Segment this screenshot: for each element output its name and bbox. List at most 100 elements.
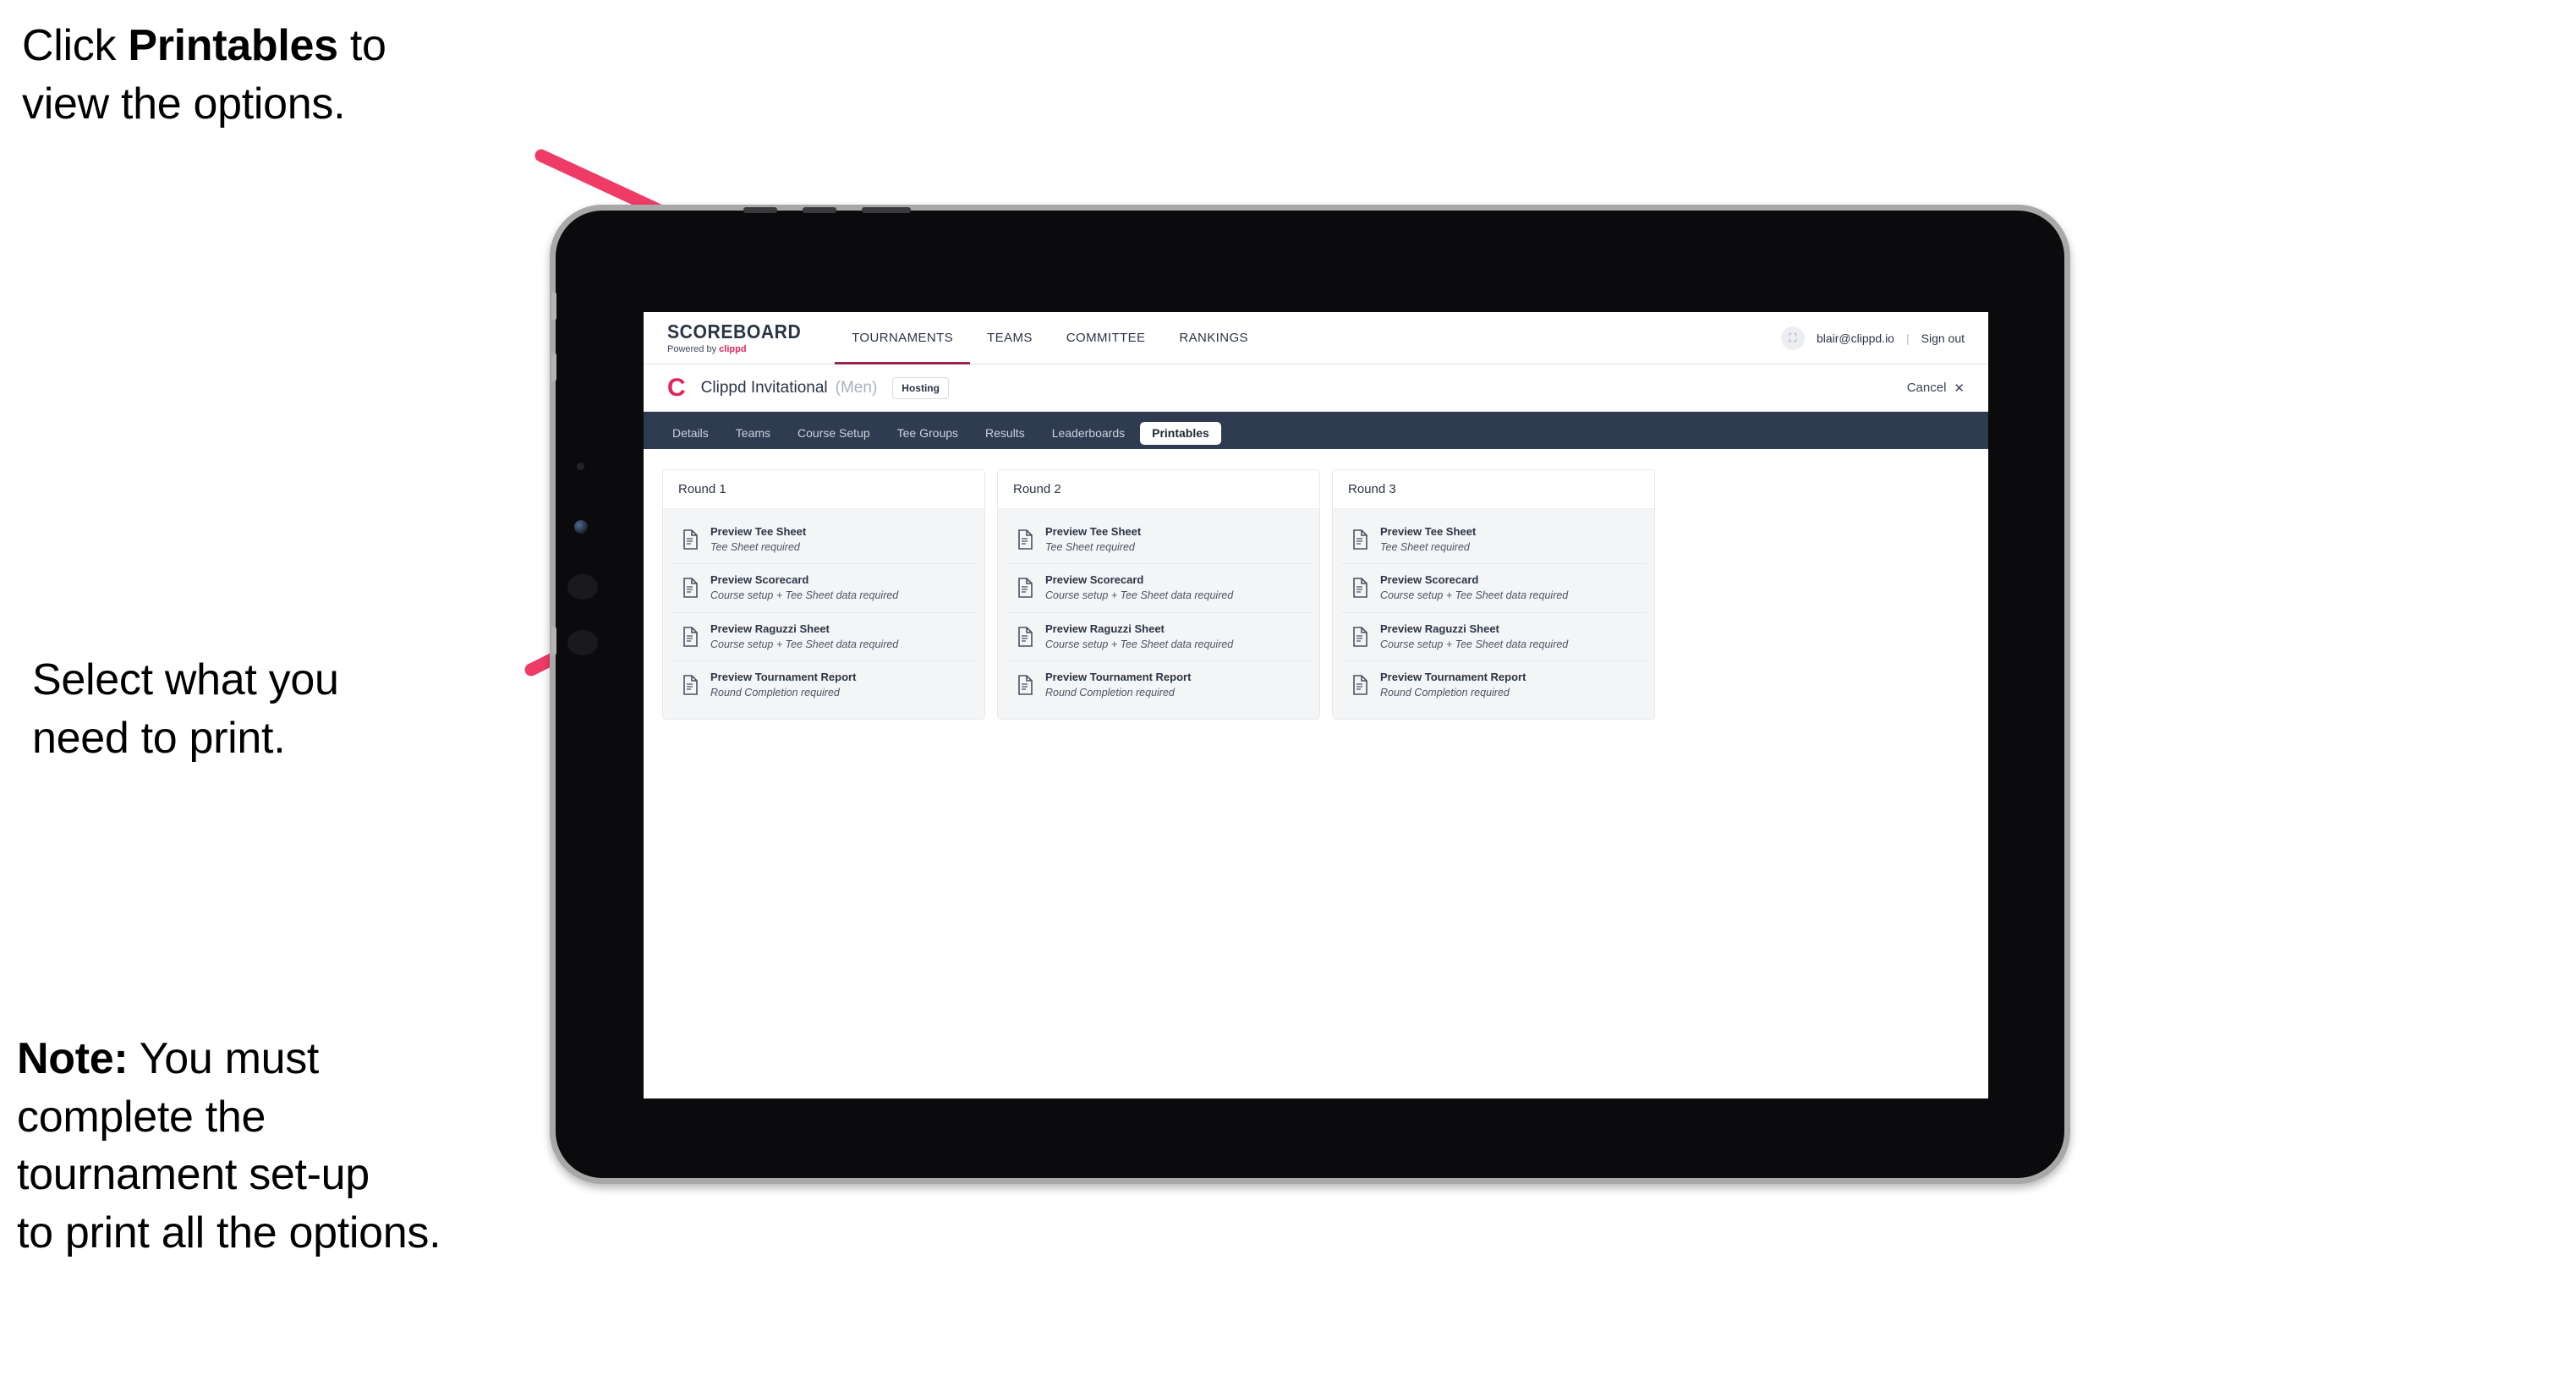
list-item-text: Preview Tee Sheet Tee Sheet required <box>1380 525 1476 553</box>
list-item[interactable]: Preview Raguzzi Sheet Course setup + Tee… <box>1341 613 1646 661</box>
list-item[interactable]: Preview Scorecard Course setup + Tee She… <box>1006 564 1311 613</box>
tab-label: Tee Groups <box>896 425 959 440</box>
document-icon <box>683 529 698 550</box>
avatar[interactable]: ⛶ <box>1780 326 1805 350</box>
scoreboard-logo[interactable]: SCOREBOARD Powered by clippd <box>644 312 835 364</box>
brand-powered-by: Powered by clippd <box>667 343 813 354</box>
list-item[interactable]: Preview Tournament Report Round Completi… <box>1341 661 1646 709</box>
annotation-click-printables: Click Printables to view the options. <box>22 17 580 133</box>
nav-link-label: TEAMS <box>987 331 1033 345</box>
bezel-speaker-slit <box>803 207 836 213</box>
list-item[interactable]: Preview Tee Sheet Tee Sheet required <box>1006 516 1311 565</box>
account-email: blair@clippd.io <box>1816 331 1894 345</box>
list-item-title: Preview Scorecard <box>710 573 809 587</box>
nav-link-rankings[interactable]: RANKINGS <box>1162 312 1265 364</box>
account-area: ⛶ blair@clippd.io | Sign out <box>1780 312 1988 364</box>
list-item-text: Preview Tournament Report Round Completi… <box>710 671 856 698</box>
tab-label: Results <box>985 425 1025 440</box>
sign-out-button[interactable]: Sign out <box>1921 331 1965 345</box>
list-item[interactable]: Preview Raguzzi Sheet Course setup + Tee… <box>671 613 976 661</box>
document-icon <box>683 578 698 599</box>
tournament-gender: (Men) <box>835 378 878 397</box>
tab-details[interactable]: Details <box>660 422 721 445</box>
list-item-title: Preview Tournament Report <box>1045 670 1192 683</box>
list-item[interactable]: Preview Tee Sheet Tee Sheet required <box>671 516 976 565</box>
list-item-requirement: Course setup + Tee Sheet data required <box>710 638 899 650</box>
primary-nav-links: TOURNAMENTS TEAMS COMMITTEE RANKINGS <box>835 312 1265 364</box>
list-item[interactable]: Preview Tournament Report Round Completi… <box>1006 661 1311 709</box>
list-item-title: Preview Tee Sheet <box>710 525 807 538</box>
list-item[interactable]: Preview Tournament Report Round Completi… <box>671 661 976 709</box>
close-icon: ✕ <box>1954 381 1965 396</box>
tab-teams[interactable]: Teams <box>724 422 782 445</box>
list-item-text: Preview Tee Sheet Tee Sheet required <box>710 525 807 553</box>
tab-printables[interactable]: Printables <box>1140 421 1221 445</box>
tab-results[interactable]: Results <box>973 422 1037 445</box>
list-item-requirement: Round Completion required <box>710 686 840 698</box>
list-item[interactable]: Preview Tee Sheet Tee Sheet required <box>1341 516 1646 565</box>
tournament-name: Clippd Invitational <box>700 378 828 397</box>
list-item[interactable]: Preview Raguzzi Sheet Course setup + Tee… <box>1006 613 1311 661</box>
nav-link-committee[interactable]: COMMITTEE <box>1050 312 1163 364</box>
document-icon <box>1018 626 1033 647</box>
tournament-tab-bar: Details Teams Course Setup Tee Groups Re… <box>644 412 1988 449</box>
list-item-requirement: Course setup + Tee Sheet data required <box>1045 638 1234 650</box>
cancel-button[interactable]: Cancel ✕ <box>1907 381 1965 396</box>
volume-button[interactable] <box>567 630 598 655</box>
side-rail <box>551 627 556 655</box>
annotation-click-bold: Printables <box>128 21 338 70</box>
list-item-requirement: Round Completion required <box>1380 686 1510 698</box>
avatar-icon: ⛶ <box>1789 331 1797 344</box>
tab-tee-groups[interactable]: Tee Groups <box>885 422 970 445</box>
brand-title: SCOREBOARD <box>667 320 802 342</box>
tournament-header-bar: C Clippd Invitational (Men) Hosting Canc… <box>644 364 1988 412</box>
round-column: Round 2 Preview Tee Sheet Tee Sheet requ… <box>997 469 1320 720</box>
nav-link-label: COMMITTEE <box>1066 331 1146 345</box>
list-item-requirement: Course setup + Tee Sheet data required <box>710 589 899 602</box>
list-item-title: Preview Scorecard <box>1380 573 1479 587</box>
home-button[interactable] <box>567 574 598 600</box>
tab-label: Printables <box>1152 425 1209 440</box>
nav-link-label: RANKINGS <box>1179 331 1248 345</box>
side-rail <box>551 292 556 320</box>
nav-link-tournaments[interactable]: TOURNAMENTS <box>835 312 971 364</box>
printables-content: Round 1 Preview Tee Sheet Tee Sheet requ… <box>644 449 1988 740</box>
list-item-requirement: Course setup + Tee Sheet data required <box>1380 589 1569 602</box>
list-item-text: Preview Tournament Report Round Completi… <box>1380 671 1526 698</box>
list-item[interactable]: Preview Scorecard Course setup + Tee She… <box>671 564 976 613</box>
document-icon <box>683 675 698 695</box>
round-items: Preview Tee Sheet Tee Sheet required Pre… <box>1333 509 1654 720</box>
list-item-text: Preview Raguzzi Sheet Course setup + Tee… <box>710 622 899 650</box>
clippd-wordmark: clippd <box>719 343 747 354</box>
hosting-badge: Hosting <box>892 376 949 399</box>
tab-course-setup[interactable]: Course Setup <box>786 422 882 445</box>
list-item-requirement: Tee Sheet required <box>1380 540 1470 553</box>
clippd-c-logo-icon: C <box>667 373 686 402</box>
list-item-text: Preview Scorecard Course setup + Tee She… <box>710 573 899 602</box>
document-icon <box>1353 626 1367 647</box>
list-item-requirement: Course setup + Tee Sheet data required <box>1045 589 1234 602</box>
list-item[interactable]: Preview Scorecard Course setup + Tee She… <box>1341 564 1646 613</box>
list-item-title: Preview Tee Sheet <box>1045 525 1142 538</box>
list-item-text: Preview Scorecard Course setup + Tee She… <box>1045 573 1234 602</box>
list-item-title: Preview Scorecard <box>1045 573 1144 587</box>
nav-link-teams[interactable]: TEAMS <box>970 312 1050 364</box>
tab-label: Course Setup <box>797 425 870 440</box>
slide-canvas: Click Printables to view the options. Se… <box>0 0 2576 1386</box>
annotation-click-prefix: Click <box>22 21 129 70</box>
document-icon <box>1353 578 1367 599</box>
document-icon <box>1018 675 1033 695</box>
tab-label: Details <box>672 425 709 440</box>
tab-leaderboards[interactable]: Leaderboards <box>1040 422 1137 445</box>
top-navigation-bar: SCOREBOARD Powered by clippd TOURNAMENTS… <box>644 312 1988 364</box>
tab-label: Leaderboards <box>1051 425 1126 440</box>
list-item-text: Preview Scorecard Course setup + Tee She… <box>1380 573 1569 602</box>
list-item-title: Preview Raguzzi Sheet <box>710 622 830 635</box>
list-item-title: Preview Tournament Report <box>710 670 857 683</box>
front-camera-lens <box>574 520 588 534</box>
round-items: Preview Tee Sheet Tee Sheet required Pre… <box>663 509 984 720</box>
tablet-device-frame: SCOREBOARD Powered by clippd TOURNAMENTS… <box>550 205 2070 1184</box>
round-title: Round 1 <box>663 470 984 509</box>
document-icon <box>1353 529 1367 550</box>
annotation-note-bold: Note: <box>17 1034 129 1083</box>
